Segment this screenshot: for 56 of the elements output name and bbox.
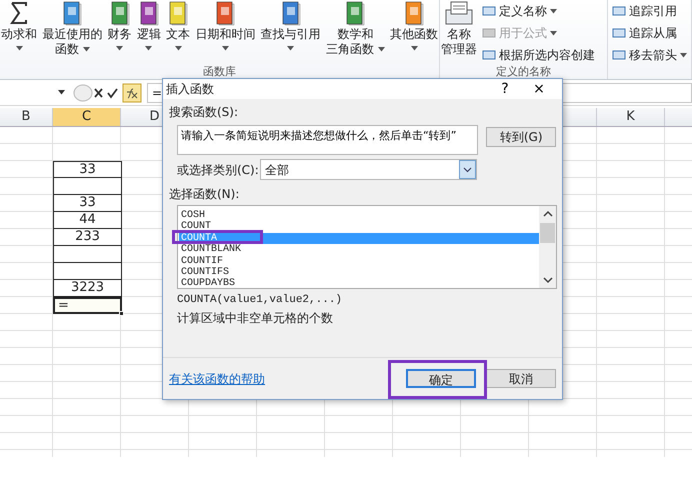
ribbon-button[interactable]: 财务 — [106, 0, 133, 68]
ribbon-button[interactable]: 查找与引用 — [260, 0, 322, 68]
list-item[interactable]: COSH — [179, 210, 539, 222]
active-cell[interactable]: = — [53, 297, 122, 314]
ribbon-small-button[interactable]: 定义名称 — [482, 2, 596, 20]
small-icon — [482, 5, 496, 17]
table-cell: 33 — [53, 195, 122, 212]
group-label: 函数库 — [203, 65, 236, 78]
ribbon-button[interactable]: 名称 管理器 — [440, 0, 478, 68]
small-icon — [612, 5, 626, 17]
small-icon — [612, 27, 626, 39]
function-description: 计算区域中非空单元格的个数 — [177, 310, 334, 326]
ribbon-small-button[interactable]: 追踪引用 — [612, 2, 687, 20]
scroll-up-icon[interactable] — [542, 210, 552, 217]
ribbon-button[interactable]: 其他函数 — [389, 0, 440, 68]
small-icon — [612, 49, 626, 61]
ribbon-button[interactable]: 最近使用的 函数 — [41, 0, 104, 68]
dropdown-caret-icon[interactable] — [58, 90, 65, 95]
close-button[interactable]: × — [522, 78, 556, 100]
search-field[interactable]: 请输入一条简短说明来描述您想做什么，然后单击“转到” — [177, 125, 478, 155]
function-signature: COUNTA(value1,value2,...) — [177, 293, 344, 308]
card-file-icon — [444, 0, 474, 26]
ribbon-button[interactable]: 动求和 — [0, 0, 38, 68]
scroll-down-icon[interactable] — [542, 277, 552, 284]
ribbon-button[interactable]: 文本 — [165, 0, 192, 68]
scrollbar[interactable] — [539, 206, 556, 288]
table-cell: 233 — [53, 229, 122, 246]
help-button[interactable]: ? — [488, 78, 522, 100]
list-item[interactable]: COUNTIF — [179, 256, 539, 267]
field-label: 或选择类别(C): — [177, 162, 260, 178]
table-cell: 44 — [53, 212, 122, 229]
list-item[interactable]: COUPDAYBS — [179, 278, 539, 290]
ribbon-button[interactable]: 数学和 三角函数 — [324, 0, 386, 68]
ribbon-button[interactable]: 逻辑 — [136, 0, 162, 68]
ribbon-small-button[interactable]: 移去箭头 — [612, 46, 687, 64]
small-icon — [482, 27, 496, 39]
cancel-button[interactable]: 取消 — [486, 369, 556, 388]
ribbon-small-button[interactable]: 根据所选内容创建 — [482, 46, 596, 64]
go-button[interactable]: 转到(G) — [486, 127, 556, 147]
table-cell: 33 — [53, 161, 122, 178]
list-item[interactable]: COUNT — [179, 221, 539, 233]
table-cell: 3223 — [53, 280, 122, 297]
category-select[interactable]: 全部 — [260, 159, 477, 180]
sigma-icon — [10, 0, 28, 26]
help-link[interactable]: 有关该函数的帮助 — [169, 370, 265, 388]
list-item[interactable]: COUNTBLANK — [179, 244, 539, 256]
list-item[interactable]: COUNTIFS — [179, 266, 539, 278]
ok-button[interactable]: 确定 — [406, 369, 476, 388]
scrollbar-thumb[interactable] — [540, 223, 555, 243]
ribbon-small-button[interactable]: 追踪从属 — [612, 24, 687, 42]
dialog-title: 插入函数 — [166, 81, 215, 98]
field-label: 选择函数(N): — [169, 186, 240, 203]
small-icon — [482, 49, 496, 61]
column-header[interactable]: K — [597, 108, 665, 126]
group-label: 定义的名称 — [496, 65, 552, 78]
column-header[interactable]: C — [53, 108, 121, 126]
